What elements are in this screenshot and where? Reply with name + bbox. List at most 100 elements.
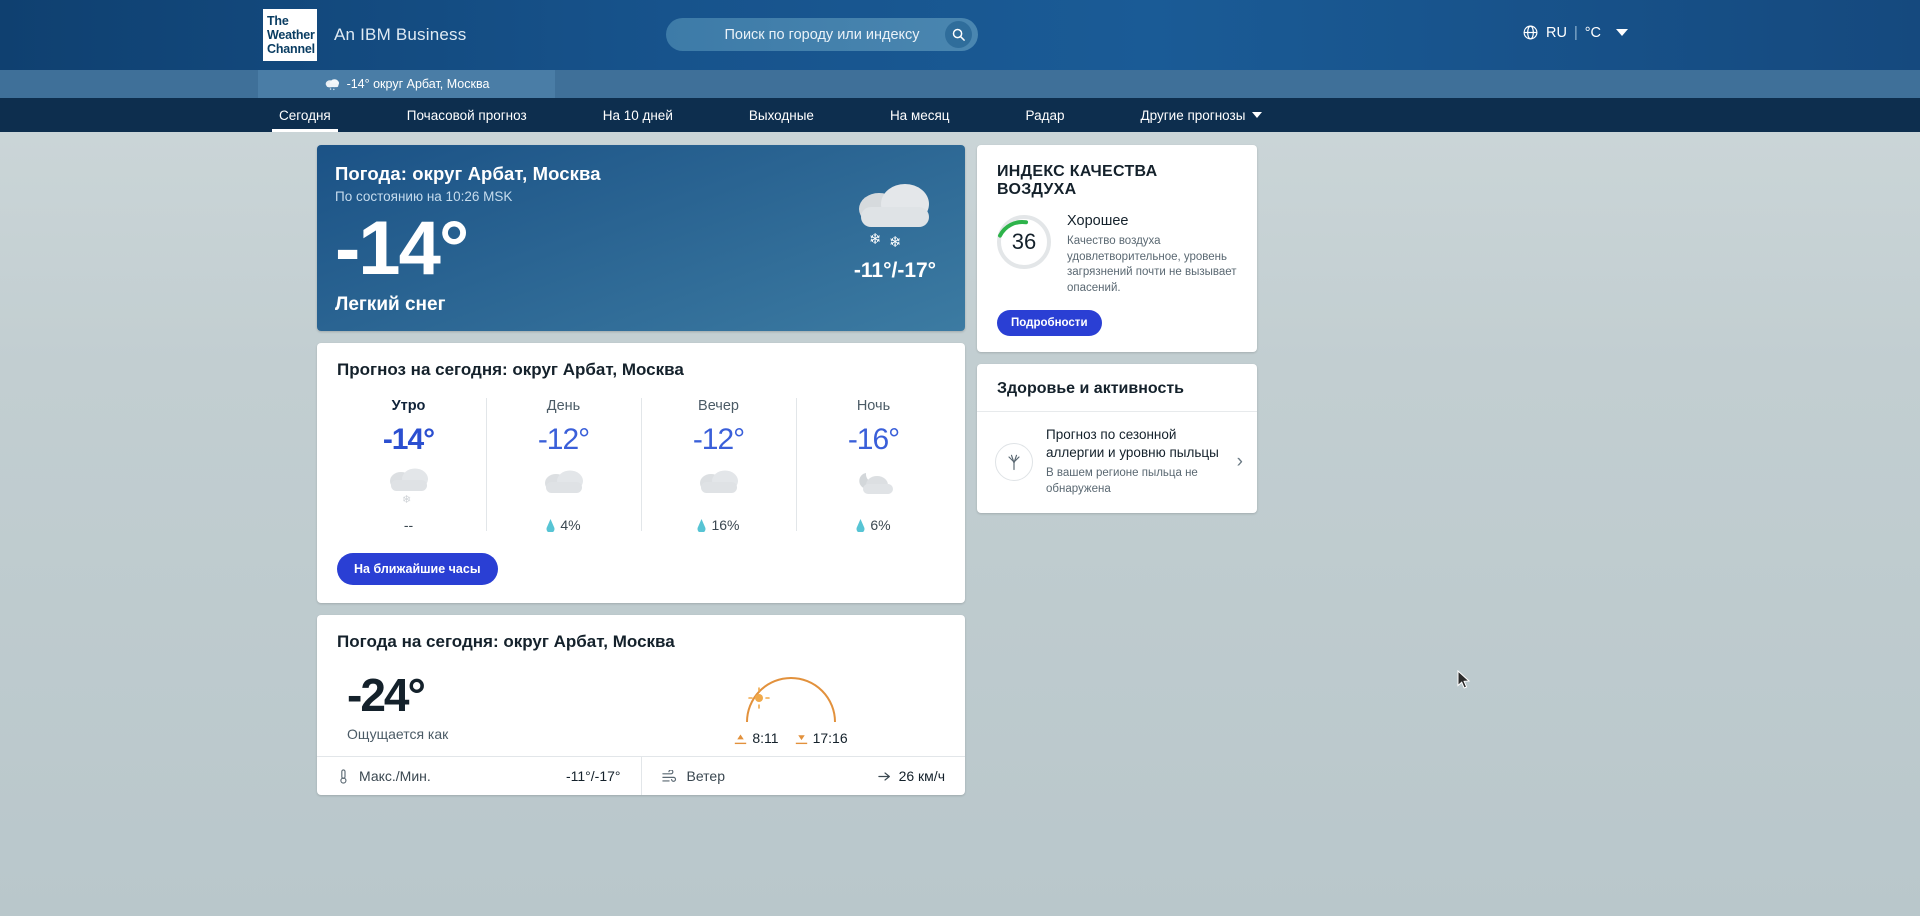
weather-channel-logo: The Weather Channel	[263, 9, 317, 61]
nav-label: Почасовой прогноз	[407, 108, 527, 123]
nav-item-weekend[interactable]: Выходные	[728, 98, 835, 132]
details-column-left: Макс./Мин. -11°/-17°	[317, 757, 641, 795]
nav-item-radar[interactable]: Радар	[1005, 98, 1086, 132]
nav-item-more-forecasts[interactable]: Другие прогнозы	[1120, 98, 1284, 132]
search-icon[interactable]	[945, 21, 972, 48]
period-precipitation: --	[331, 517, 486, 533]
today-weather-card: Погода на сегодня: округ Арбат, Москва -…	[317, 615, 965, 795]
main-column: Погода: округ Арбат, Москва По состоянию…	[317, 145, 965, 795]
forecast-period-day[interactable]: День -12° 4%	[486, 392, 641, 543]
row-label: Макс./Мин.	[359, 768, 431, 784]
sunset-group: 17:16	[795, 730, 848, 746]
chevron-down-icon[interactable]	[1616, 29, 1628, 36]
snow-cloud-icon: ❄	[331, 463, 486, 507]
forecast-period-morning[interactable]: Утро -14° ❄ --	[331, 392, 486, 543]
period-temp: -12°	[641, 423, 796, 457]
nav-label: На месяц	[890, 108, 950, 123]
ibm-tagline: An IBM Business	[334, 25, 466, 45]
air-quality-body: 36 Хорошее Качество воздуха удовлетворит…	[977, 199, 1257, 296]
forecast-period-night[interactable]: Ночь -16° 6%	[796, 392, 951, 543]
aqi-gauge: 36	[995, 213, 1053, 271]
pollen-text: Прогноз по сезонной аллергии и уровню пы…	[1046, 426, 1224, 497]
language-label[interactable]: RU	[1546, 25, 1567, 41]
svg-text:❄: ❄	[402, 493, 411, 506]
nav-item-10day[interactable]: На 10 дней	[582, 98, 694, 132]
location-text: -14° округ Арбат, Москва	[347, 77, 490, 91]
page-content: Погода: округ Арбат, Москва По состоянию…	[0, 132, 1920, 795]
period-temp: -16°	[796, 423, 951, 457]
search-placeholder: Поиск по городу или индексу	[724, 27, 919, 43]
logo-line-3: Channel	[267, 42, 313, 56]
period-precipitation: 4%	[486, 517, 641, 533]
row-value: -11°/-17°	[566, 768, 621, 784]
row-label-group: Макс./Мин.	[337, 768, 431, 784]
table-row: Макс./Мин. -11°/-17°	[337, 757, 621, 795]
air-quality-details-button[interactable]: Подробности	[997, 310, 1102, 336]
row-label-group: Ветер	[662, 768, 726, 784]
today-forecast-title: Прогноз на сегодня: округ Арбат, Москва	[317, 343, 965, 380]
separator: |	[1574, 25, 1578, 41]
today-weather-details-table: Макс./Мин. -11°/-17°	[317, 756, 965, 795]
health-activity-title: Здоровье и активность	[977, 364, 1257, 412]
search-input[interactable]: Поиск по городу или индексу	[666, 18, 978, 51]
nav-label: Другие прогнозы	[1141, 108, 1246, 123]
sunrise-group: 8:11	[734, 730, 778, 746]
pollen-title: Прогноз по сезонной аллергии и уровню пы…	[1046, 426, 1224, 461]
nav-item-today[interactable]: Сегодня	[258, 98, 352, 132]
precip-drop-icon	[856, 519, 865, 532]
details-column-right: Ветер 26 км/ч	[641, 757, 966, 795]
night-cloud-icon	[796, 463, 951, 507]
sunrise-icon	[734, 732, 747, 745]
app-header: The Weather Channel An IBM Business Поис…	[0, 0, 1920, 70]
language-unit-selector[interactable]: RU | °C	[1522, 24, 1628, 41]
chevron-right-icon[interactable]: ›	[1237, 451, 1243, 473]
feels-like-temperature: -24°	[347, 668, 637, 722]
precip-value: --	[404, 517, 413, 533]
snow-cloud-icon: ❄❄	[847, 175, 943, 253]
thermometer-icon	[337, 769, 350, 784]
sunset-icon	[795, 732, 808, 745]
period-temp: -12°	[486, 423, 641, 457]
nav-label: Выходные	[749, 108, 814, 123]
period-precipitation: 6%	[796, 517, 951, 533]
nav-label: Радар	[1026, 108, 1065, 123]
logo-line-1: The	[267, 14, 313, 28]
forecast-period-evening[interactable]: Вечер -12° 16%	[641, 392, 796, 543]
cloud-icon	[641, 463, 796, 507]
hero-icon-group: ❄❄ -11°/-17°	[847, 175, 943, 283]
forecast-periods: Утро -14° ❄ -- День	[317, 380, 965, 543]
table-row: Ветер 26 км/ч	[662, 757, 946, 795]
sunrise-time: 8:11	[752, 730, 778, 746]
brand-logo[interactable]: The Weather Channel An IBM Business	[263, 9, 466, 61]
precip-value: 4%	[560, 517, 580, 533]
pollen-subtitle: В вашем регионе пыльца не обнаружена	[1046, 466, 1224, 497]
svg-text:❄: ❄	[869, 230, 882, 248]
nav-label: На 10 дней	[603, 108, 673, 123]
sun-arc-icon	[737, 674, 845, 726]
period-precipitation: 16%	[641, 517, 796, 533]
precip-value: 6%	[870, 517, 890, 533]
globe-icon	[1522, 24, 1539, 41]
sun-arc-block: 8:11 17:16	[637, 668, 945, 746]
cloud-icon	[486, 463, 641, 507]
pollen-forecast-row[interactable]: Прогноз по сезонной аллергии и уровню пы…	[977, 412, 1257, 513]
aqi-description: Качество воздуха удовлетворительное, уро…	[1067, 234, 1239, 296]
nav-item-monthly[interactable]: На месяц	[869, 98, 971, 132]
today-forecast-card: Прогноз на сегодня: округ Арбат, Москва …	[317, 343, 965, 603]
air-quality-card: Индекс качества воздуха 36 Хорошее Качес…	[977, 145, 1257, 352]
current-conditions-card: Погода: округ Арбат, Москва По состоянию…	[317, 145, 965, 331]
location-chip[interactable]: -14° округ Арбат, Москва	[258, 70, 555, 98]
location-bar: -14° округ Арбат, Москва	[0, 70, 1920, 98]
row-value-group: 26 км/ч	[878, 768, 945, 784]
hourly-forecast-button[interactable]: На ближайшие часы	[337, 553, 498, 585]
period-name: Утро	[331, 398, 486, 414]
unit-label[interactable]: °C	[1585, 25, 1601, 41]
precip-drop-icon	[697, 519, 706, 532]
pollen-icon	[995, 443, 1033, 481]
nav-item-hourly[interactable]: Почасовой прогноз	[386, 98, 548, 132]
chevron-down-icon	[1252, 112, 1262, 118]
feels-like-label: Ощущается как	[347, 726, 637, 742]
sunset-time: 17:16	[813, 730, 848, 746]
nav-label: Сегодня	[279, 108, 331, 123]
current-condition: Легкий снег	[335, 294, 939, 316]
